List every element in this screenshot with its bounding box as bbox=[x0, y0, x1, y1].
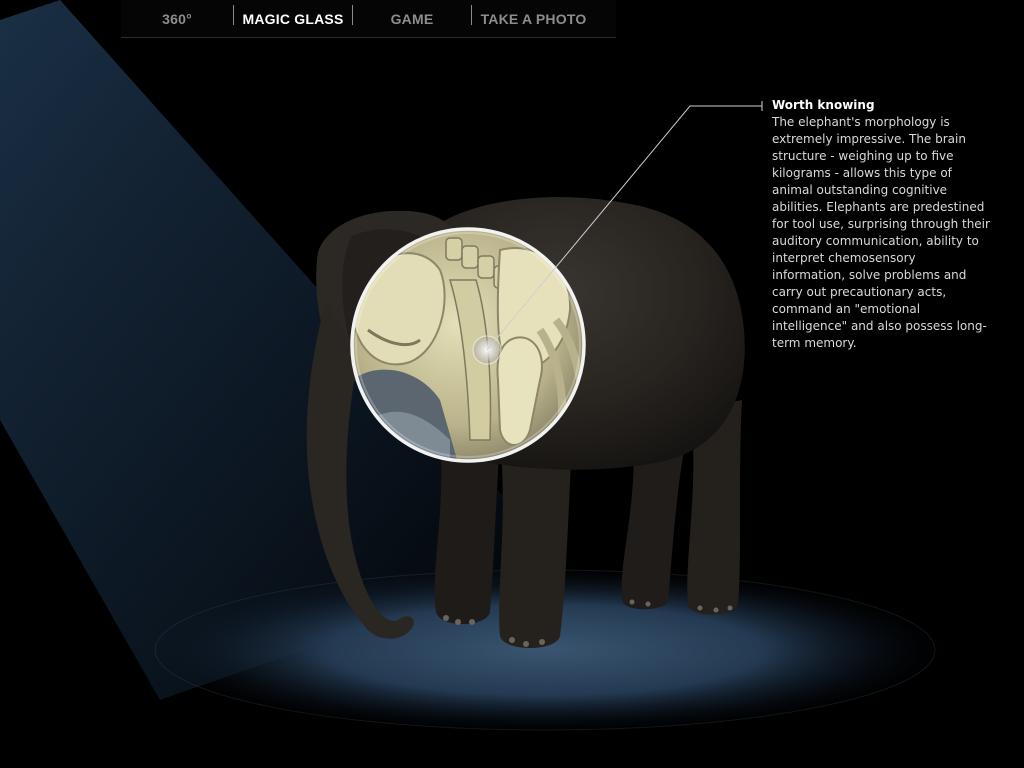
nav-tab-magic-glass[interactable]: MAGIC GLASS bbox=[234, 0, 352, 37]
info-title: Worth knowing bbox=[772, 98, 875, 112]
top-navigation: 360° MAGIC GLASS GAME TAKE A PHOTO bbox=[121, 0, 616, 38]
info-panel: Worth knowing The elephant's morphology … bbox=[772, 97, 992, 352]
info-body: The elephant's morphology is extremely i… bbox=[772, 115, 990, 350]
nav-tab-game[interactable]: GAME bbox=[353, 0, 471, 37]
nav-tab-360[interactable]: 360° bbox=[121, 0, 233, 37]
nav-tab-take-a-photo[interactable]: TAKE A PHOTO bbox=[472, 0, 595, 37]
